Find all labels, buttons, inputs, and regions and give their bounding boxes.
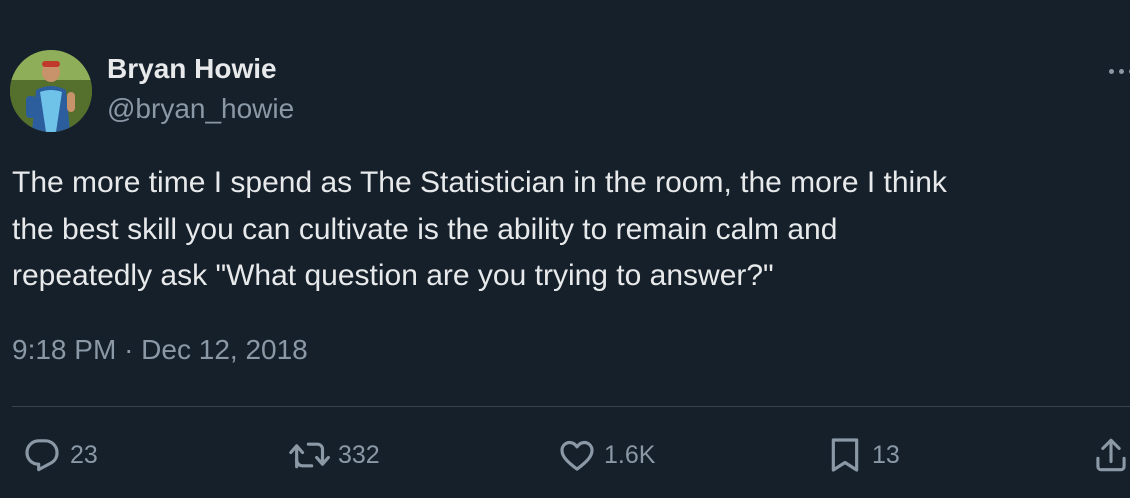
tweet-date: Dec 12, 2018: [141, 334, 308, 365]
reply-button[interactable]: 23: [22, 433, 98, 477]
avatar-image: [10, 50, 92, 132]
more-icon[interactable]: [1106, 62, 1130, 82]
heart-icon: [560, 440, 594, 471]
tweet-text-line: The more time I spend as The Statisticia…: [12, 166, 947, 199]
share-icon: [1096, 438, 1126, 472]
tweet-text-line: repeatedly ask "What question are you tr…: [12, 259, 774, 292]
tweet-text: The more time I spend as The Statisticia…: [12, 160, 1117, 300]
tweet-card: Bryan Howie @bryan_howie The more time I…: [0, 0, 1130, 498]
bookmark-button[interactable]: 13: [826, 433, 900, 477]
reply-icon: [25, 439, 59, 472]
tweet-timestamp[interactable]: 9:18 PM · Dec 12, 2018: [12, 334, 308, 366]
bookmark-count: 13: [872, 440, 900, 469]
bookmark-icon: [831, 438, 859, 472]
like-button[interactable]: 1.6K: [556, 433, 655, 477]
share-button[interactable]: [1093, 433, 1129, 477]
tweet-time: 9:18 PM: [12, 334, 117, 365]
timestamp-separator: ·: [124, 334, 134, 365]
like-count: 1.6K: [604, 440, 656, 469]
retweet-icon: [289, 442, 330, 469]
avatar[interactable]: [10, 50, 92, 132]
tweet-text-line: the best skill you can cultivate is the …: [12, 212, 838, 246]
divider: [12, 406, 1130, 407]
retweet-count: 332: [338, 440, 380, 469]
author-handle[interactable]: @bryan_howie: [107, 93, 294, 125]
author-name[interactable]: Bryan Howie: [107, 53, 277, 85]
retweet-button[interactable]: 332: [286, 433, 380, 477]
reply-count: 23: [70, 440, 98, 469]
